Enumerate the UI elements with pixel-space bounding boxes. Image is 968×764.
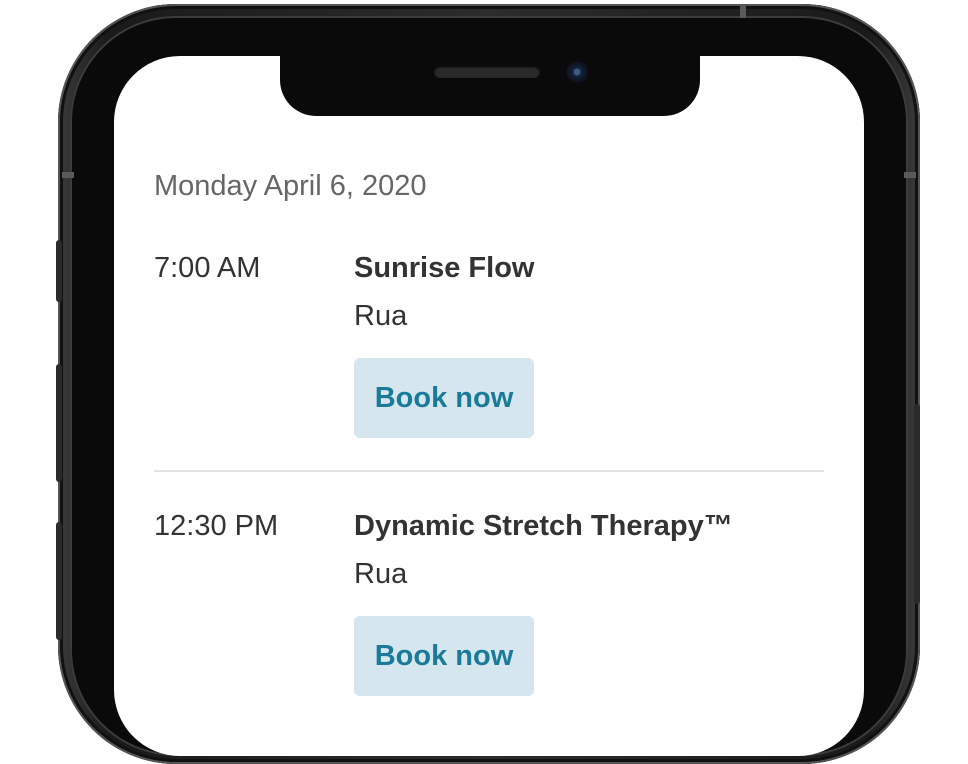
session-divider — [154, 470, 824, 472]
session-time: 7:00 AM — [154, 252, 261, 284]
session-location: Rua — [354, 558, 408, 590]
phone-screen: Monday April 6, 2020 7:00 AM Sunrise Flo… — [114, 56, 864, 756]
camera-icon — [566, 61, 588, 83]
book-now-button[interactable]: Book now — [354, 358, 534, 438]
power-button — [914, 404, 920, 604]
volume-up-button — [56, 364, 62, 482]
antenna-band — [740, 6, 746, 18]
speaker-grille — [434, 66, 540, 78]
session-time: 12:30 PM — [154, 510, 279, 542]
schedule-date-heading: Monday April 6, 2020 — [154, 170, 427, 202]
volume-down-button — [56, 522, 62, 640]
session-class-name: Sunrise Flow — [354, 252, 535, 284]
book-now-button[interactable]: Book now — [354, 616, 534, 696]
session-class-name: Dynamic Stretch Therapy™ — [354, 510, 733, 542]
antenna-band — [62, 172, 74, 178]
phone-notch — [280, 56, 700, 116]
antenna-band — [904, 172, 916, 178]
silent-switch — [56, 240, 62, 302]
session-location: Rua — [354, 300, 408, 332]
